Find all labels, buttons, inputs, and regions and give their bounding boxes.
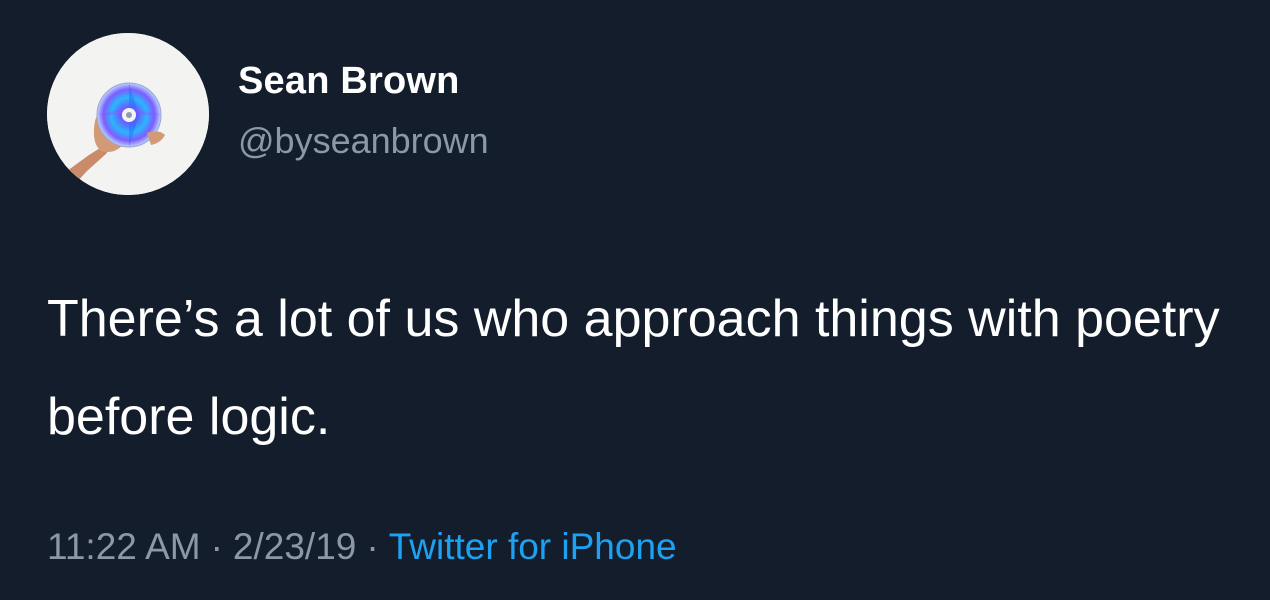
display-name[interactable]: Sean Brown bbox=[238, 60, 460, 103]
tweet-card: Sean Brown @byseanbrown There’s a lot of… bbox=[0, 0, 1270, 600]
meta-separator-2: · bbox=[366, 526, 379, 567]
tweet-text: There’s a lot of us who approach things … bbox=[47, 290, 1220, 446]
user-handle[interactable]: @byseanbrown bbox=[238, 120, 489, 162]
tweet-time: 11:22 AM bbox=[47, 526, 201, 567]
tweet-metadata: 11:22 AM · 2/23/19 · Twitter for iPhone bbox=[47, 526, 677, 568]
hand-holding-cd-icon bbox=[47, 33, 209, 195]
tweet-source-link[interactable]: Twitter for iPhone bbox=[389, 526, 677, 567]
avatar[interactable] bbox=[47, 33, 209, 195]
meta-separator: · bbox=[210, 526, 223, 567]
tweet-date: 2/23/19 bbox=[232, 526, 357, 567]
